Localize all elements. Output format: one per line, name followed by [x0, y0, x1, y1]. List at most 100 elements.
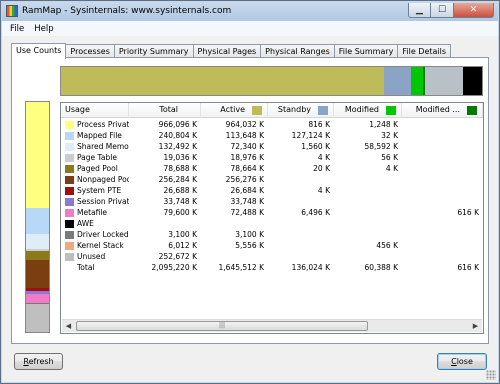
tab-file-details[interactable]: File Details	[397, 44, 452, 58]
usage-label: Paged Pool	[77, 164, 118, 173]
standby-cell	[268, 229, 334, 240]
usage-cell: Shared Memory	[61, 141, 129, 152]
table-row[interactable]: Metafile 79,600 K 72,488 K 6,496 K 616 K	[61, 207, 483, 218]
bar-segment-active	[61, 67, 385, 95]
standby-cell	[268, 240, 334, 251]
horizontal-scrollbar[interactable]: ◀ ||| ▶	[62, 319, 482, 332]
modified-no-write-cell	[402, 251, 483, 262]
total-cell: 19,036 K	[163, 153, 197, 162]
active-cell: 256,276 K	[225, 175, 264, 184]
tab-file-summary[interactable]: File Summary	[333, 44, 399, 58]
total-cell: 966,096 K	[158, 120, 197, 129]
active-cell: 18,976 K	[230, 153, 264, 162]
modified-cell	[334, 174, 402, 185]
modified-cell: 58,592 K	[364, 142, 398, 151]
tab-use-counts[interactable]: Use Counts	[11, 43, 67, 59]
usage-cell: Total	[61, 262, 129, 273]
usage-label: Kernel Stack	[77, 241, 124, 250]
standby-cell	[268, 251, 334, 262]
usage-cell: Page Table	[61, 152, 129, 163]
table-row[interactable]: Page Table 19,036 K 18,976 K 4 K 56 K	[61, 152, 483, 163]
use-counts-table[interactable]: Usage Total Active Standby Modified Modified …	[60, 102, 484, 334]
usage-cell: Paged Pool	[61, 163, 129, 174]
usage-label: Nonpaged Pool	[77, 175, 129, 184]
modified-no-write-cell	[402, 229, 483, 240]
bar-segment-standby	[384, 67, 411, 95]
usage-color-swatch	[65, 164, 74, 173]
column-header-modified[interactable]: Modified	[334, 103, 402, 118]
column-header-usage[interactable]: Usage	[61, 103, 129, 118]
close-button[interactable]: Close	[437, 353, 487, 370]
maximize-icon: ☐	[437, 5, 447, 15]
table-row[interactable]: Shared Memory 132,492 K 72,340 K 1,560 K 58,…	[61, 141, 483, 152]
modified-no-write-cell	[402, 163, 483, 174]
usage-cell: Metafile	[61, 207, 129, 218]
table-body: Process Private 966,096 K 964,032 K 816 K 1,…	[61, 119, 483, 273]
total-cell: 3,100 K	[168, 230, 197, 239]
table-row[interactable]: Total 2,095,220 K 1,645,512 K 136,024 K 60,3…	[61, 262, 483, 273]
modified-no-write-cell	[402, 196, 483, 207]
usage-label: Mapped File	[77, 131, 122, 140]
rammap-app-icon	[6, 5, 18, 17]
column-header-label: Usage	[65, 105, 90, 114]
column-header-active[interactable]: Active	[201, 103, 268, 118]
table-row[interactable]: Driver Locked 3,100 K 3,100 K	[61, 229, 483, 240]
title-bar[interactable]: RamMap - Sysinternals: www.sysinternals.…	[2, 2, 498, 21]
tab-processes[interactable]: Processes	[65, 44, 115, 58]
bar-segment-mapped-file	[26, 208, 49, 235]
usage-label: Metafile	[77, 208, 108, 217]
table-row[interactable]: Session Private 33,748 K 33,748 K	[61, 196, 483, 207]
table-row[interactable]: Unused 252,672 K	[61, 251, 483, 262]
standby-cell: 6,496 K	[301, 208, 330, 217]
refresh-button[interactable]: Refresh	[14, 353, 63, 370]
column-header-modified-no-write[interactable]: Modified ...	[402, 103, 483, 118]
usage-cell: Nonpaged Pool	[61, 174, 129, 185]
menu-help[interactable]: Help	[29, 24, 58, 34]
menu-file[interactable]: File	[5, 24, 29, 34]
total-cell: 33,748 K	[163, 197, 197, 206]
minimize-button[interactable]: ▁	[408, 3, 431, 18]
bar-segment-unused	[26, 304, 49, 332]
total-cell: 26,688 K	[163, 186, 197, 195]
usage-label: AWE	[77, 219, 94, 228]
usage-label: Session Private	[77, 197, 129, 206]
scrollbar-thumb[interactable]: |||	[76, 321, 368, 331]
usage-cell: Mapped File	[61, 130, 129, 141]
column-header-label: Active	[220, 105, 245, 114]
table-row[interactable]: System PTE 26,688 K 26,684 K 4 K	[61, 185, 483, 196]
modified-cell	[334, 218, 402, 229]
modified-no-write-cell	[402, 185, 483, 196]
maximize-button[interactable]: ☐	[431, 3, 454, 18]
minimize-icon: ▁	[416, 5, 423, 15]
scroll-right-icon[interactable]: ▶	[469, 320, 482, 332]
memory-list-bar	[60, 66, 483, 96]
table-row[interactable]: Process Private 966,096 K 964,032 K 816 K 1,…	[61, 119, 483, 130]
usage-cell: Kernel Stack	[61, 240, 129, 251]
bar-segment-metafile	[26, 294, 49, 304]
modified-no-write-cell	[402, 119, 483, 130]
column-header-standby[interactable]: Standby	[268, 103, 334, 118]
close-icon: ✕	[469, 5, 478, 15]
window-controls: ▁ ☐ ✕	[408, 3, 494, 18]
modified-no-write-cell	[402, 152, 483, 163]
column-header-total[interactable]: Total	[129, 103, 201, 118]
resize-grip-icon[interactable]	[486, 370, 496, 380]
tab-physical-ranges[interactable]: Physical Ranges	[260, 44, 335, 58]
table-row[interactable]: Kernel Stack 6,012 K 5,556 K 456 K	[61, 240, 483, 251]
table-row[interactable]: AWE	[61, 218, 483, 229]
tab-priority-summary[interactable]: Priority Summary	[113, 44, 194, 58]
window-close-button[interactable]: ✕	[454, 3, 494, 18]
table-row[interactable]: Mapped File 240,804 K 113,648 K 127,124 K 32…	[61, 130, 483, 141]
modified-cell: 56 K	[381, 153, 398, 162]
total-cell: 240,804 K	[158, 131, 197, 140]
table-row[interactable]: Paged Pool 78,688 K 78,664 K 20 K 4 K	[61, 163, 483, 174]
table-row[interactable]: Nonpaged Pool 256,284 K 256,276 K	[61, 174, 483, 185]
scroll-left-icon[interactable]: ◀	[62, 320, 75, 332]
usage-cell: System PTE	[61, 185, 129, 196]
tab-physical-pages[interactable]: Physical Pages	[192, 44, 262, 58]
standby-cell	[268, 174, 334, 185]
modified-no-write-cell	[402, 218, 483, 229]
modified-cell: 32 K	[381, 131, 398, 140]
table-header: Usage Total Active Standby Modified Modified …	[61, 103, 483, 118]
close-label: lose	[456, 357, 473, 366]
